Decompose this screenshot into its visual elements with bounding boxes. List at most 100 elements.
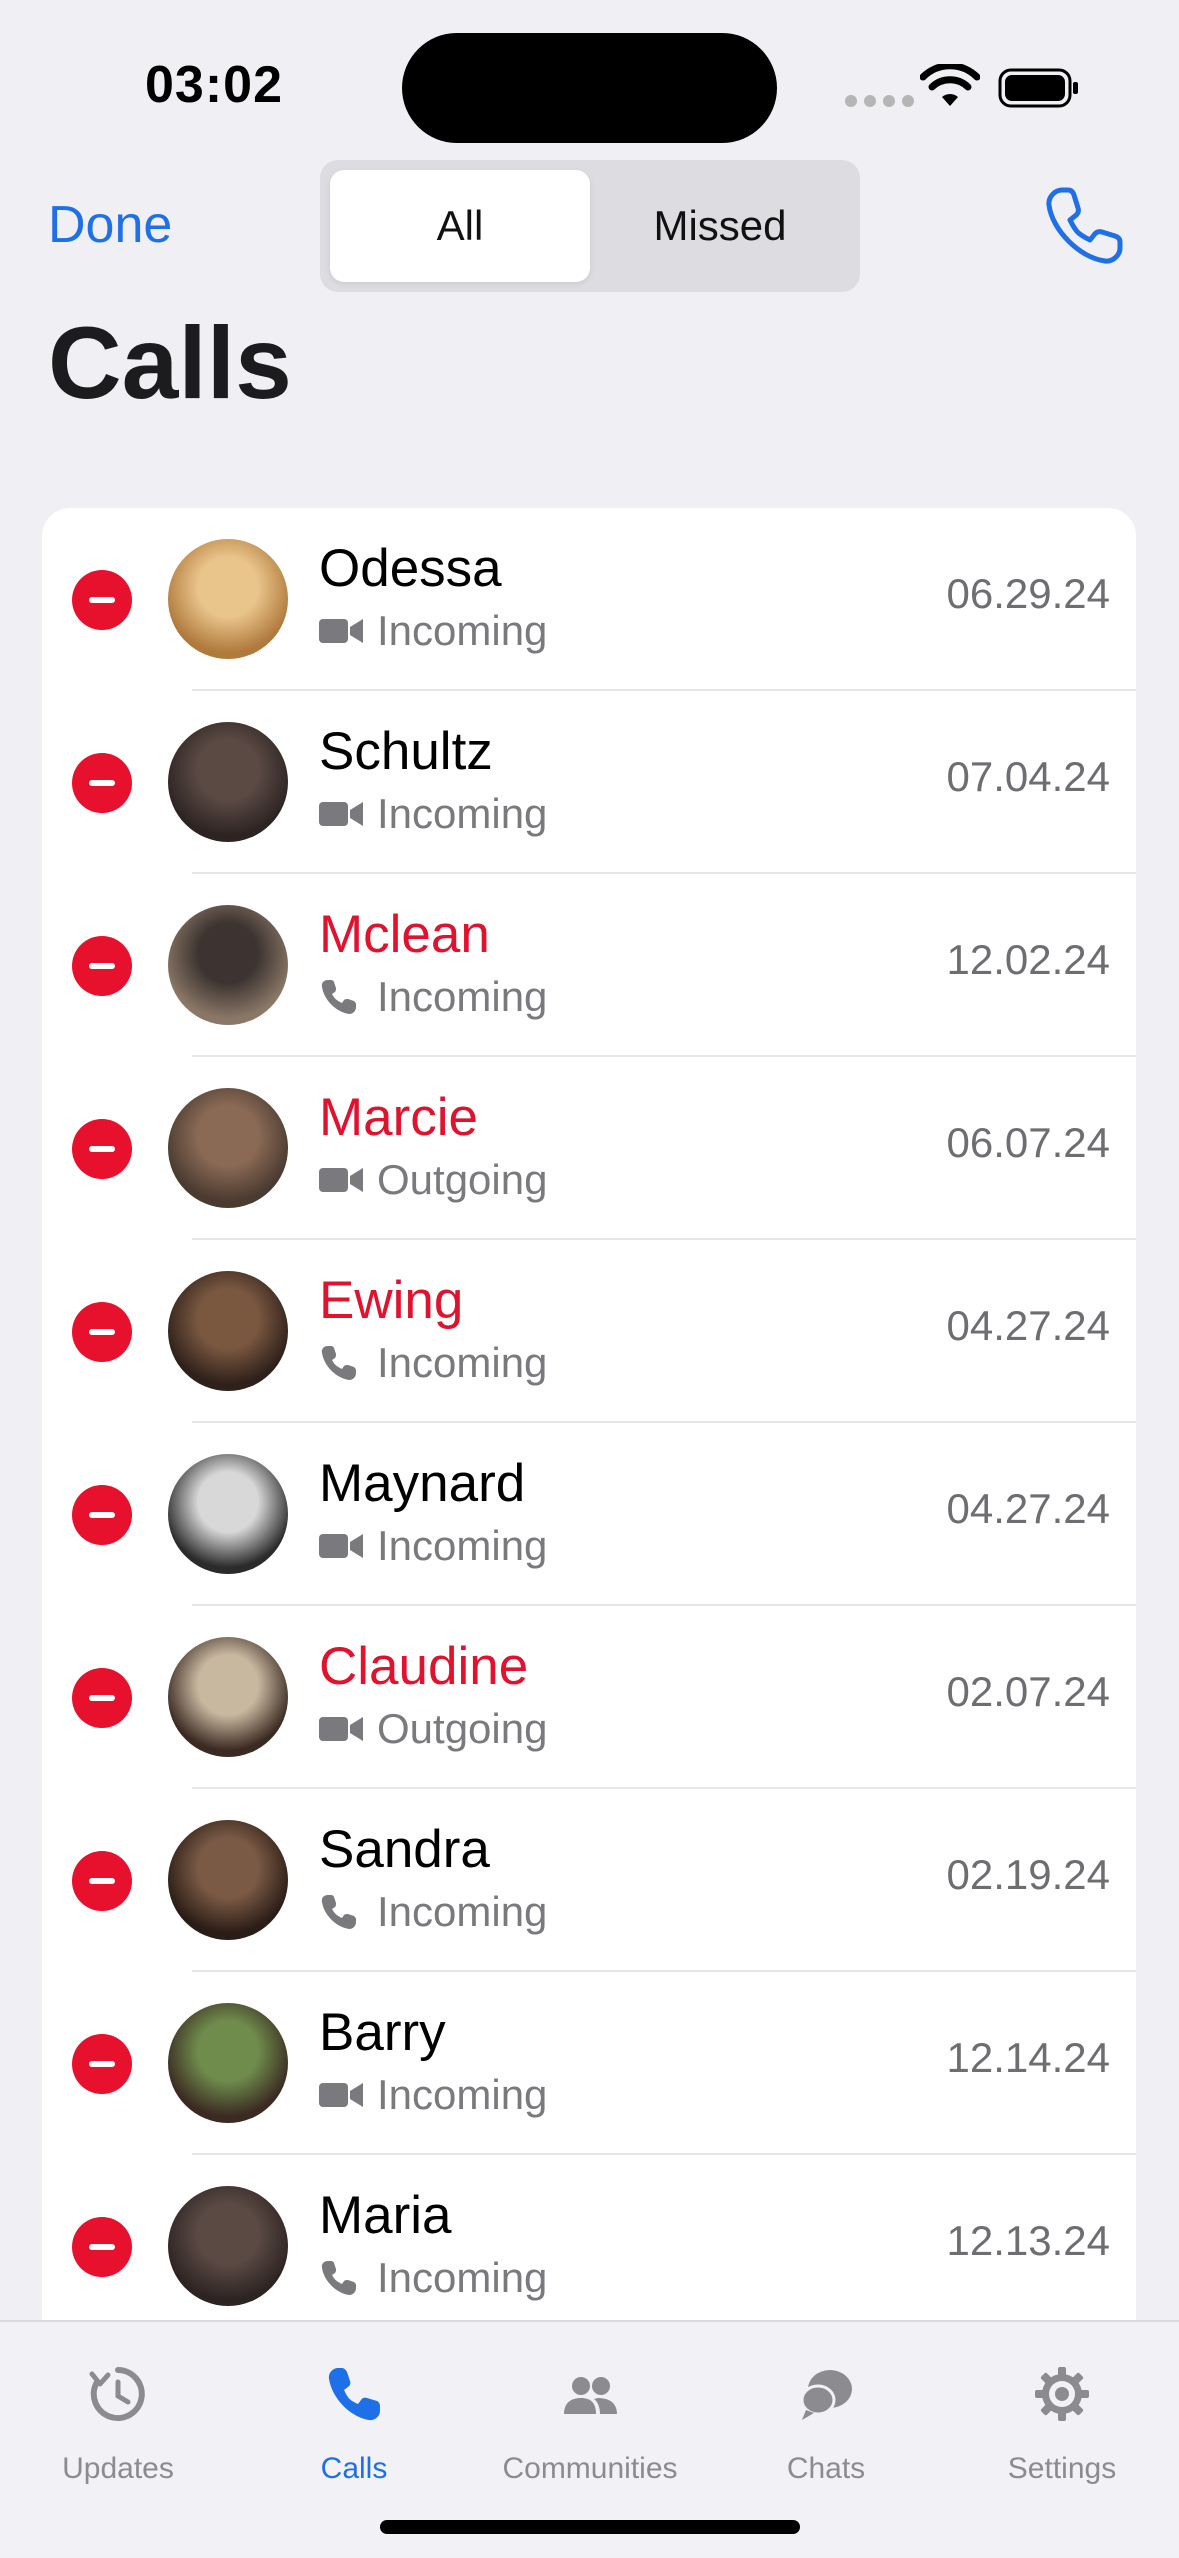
- tab-communities[interactable]: Communities: [472, 2342, 708, 2492]
- caller-name: Ewing: [319, 1271, 464, 1330]
- delete-call-button[interactable]: [72, 1485, 132, 1545]
- video-camera-icon: [319, 619, 363, 643]
- call-date: 07.04.24: [946, 753, 1111, 800]
- call-row[interactable]: Claudine Outgoing 02.07.24: [42, 1606, 1136, 1789]
- avatar: [168, 1637, 288, 1757]
- call-direction-label: Incoming: [377, 1339, 548, 1386]
- call-row[interactable]: Marcie Outgoing 06.07.24: [42, 1057, 1136, 1240]
- tab-calls[interactable]: Calls: [236, 2342, 472, 2492]
- call-date: 04.27.24: [946, 1485, 1111, 1532]
- delete-call-button[interactable]: [72, 1851, 132, 1911]
- call-row[interactable]: Maria Incoming 12.13.24: [42, 2155, 1136, 2320]
- delete-call-button[interactable]: [72, 2034, 132, 2094]
- segment-all[interactable]: All: [330, 170, 590, 282]
- avatar: [168, 1820, 288, 1940]
- avatar: [168, 1271, 288, 1391]
- call-row[interactable]: Schultz Incoming 07.04.24: [42, 691, 1136, 874]
- call-date: 06.07.24: [946, 1119, 1111, 1166]
- call-direction-label: Incoming: [377, 2254, 548, 2301]
- caller-name: Maria: [319, 2186, 452, 2245]
- call-direction-label: Outgoing: [377, 1156, 548, 1203]
- phone-icon: [321, 1346, 356, 1380]
- phone-icon: [321, 1895, 356, 1929]
- call-type: Incoming: [319, 606, 547, 656]
- avatar: [168, 2186, 288, 2306]
- tab-updates[interactable]: Updates: [0, 2342, 236, 2492]
- delete-call-button[interactable]: [72, 1119, 132, 1179]
- call-row[interactable]: Odessa Incoming 06.29.24: [42, 508, 1136, 691]
- phone-icon: [321, 2261, 356, 2295]
- done-button[interactable]: Done: [48, 195, 172, 255]
- video-camera-icon: [319, 1534, 363, 1558]
- delete-call-button[interactable]: [72, 753, 132, 813]
- call-type: Incoming: [319, 1521, 547, 1571]
- phone-icon: [328, 2368, 380, 2421]
- call-date: 04.27.24: [946, 1302, 1111, 1349]
- video-camera-icon: [319, 802, 363, 826]
- people-icon: [564, 2377, 617, 2414]
- call-type: Incoming: [319, 2253, 547, 2303]
- call-date: 02.19.24: [946, 1851, 1111, 1898]
- updates-icon: [89, 2367, 145, 2421]
- call-row[interactable]: Barry Incoming 12.14.24: [42, 1972, 1136, 2155]
- caller-name: Claudine: [319, 1637, 529, 1696]
- delete-call-button[interactable]: [72, 2217, 132, 2277]
- cellular-signal-icon: [845, 94, 921, 112]
- delete-call-button[interactable]: [72, 1302, 132, 1362]
- delete-call-button[interactable]: [72, 936, 132, 996]
- call-direction-label: Incoming: [377, 607, 548, 654]
- call-direction-label: Incoming: [377, 1888, 548, 1935]
- call-type: Incoming: [319, 972, 547, 1022]
- caller-name: Marcie: [319, 1088, 479, 1147]
- call-date: 12.13.24: [946, 2217, 1111, 2264]
- status-time: 03:02: [145, 56, 283, 114]
- tab-label: Updates: [62, 2452, 174, 2485]
- avatar: [168, 1454, 288, 1574]
- chat-bubbles-icon: [800, 2370, 852, 2420]
- call-direction-label: Incoming: [377, 790, 548, 837]
- tab-chats[interactable]: Chats: [708, 2342, 944, 2492]
- tab-label: Settings: [1007, 2452, 1117, 2485]
- avatar: [168, 2003, 288, 2123]
- call-row[interactable]: Maynard Incoming 04.27.24: [42, 1423, 1136, 1606]
- avatar: [168, 539, 288, 659]
- call-filter-segmented-control: All Missed: [320, 160, 860, 292]
- call-direction-label: Outgoing: [377, 1705, 548, 1752]
- avatar: [168, 1088, 288, 1208]
- call-type: Incoming: [319, 2070, 547, 2120]
- call-direction-label: Incoming: [377, 2071, 548, 2118]
- video-camera-icon: [319, 1168, 363, 1192]
- call-date: 12.14.24: [946, 2034, 1111, 2081]
- video-camera-icon: [319, 1717, 363, 1741]
- tab-label: Communities: [502, 2452, 678, 2485]
- battery-icon: [998, 68, 1078, 108]
- call-type: Outgoing: [319, 1155, 547, 1205]
- call-type: Incoming: [319, 789, 547, 839]
- wifi-icon: [920, 64, 980, 106]
- new-call-button[interactable]: [1040, 180, 1130, 270]
- call-date: 06.29.24: [946, 570, 1111, 617]
- caller-name: Barry: [319, 2003, 446, 2062]
- delete-call-button[interactable]: [72, 570, 132, 630]
- dynamic-island: [402, 33, 777, 143]
- caller-name: Odessa: [319, 539, 502, 598]
- caller-name: Maynard: [319, 1454, 526, 1513]
- video-camera-icon: [319, 2083, 363, 2107]
- call-type: Incoming: [319, 1887, 547, 1937]
- tab-settings[interactable]: Settings: [944, 2342, 1179, 2492]
- call-direction-label: Incoming: [377, 1522, 548, 1569]
- caller-name: Schultz: [319, 722, 493, 781]
- tab-label: Calls: [320, 2452, 388, 2485]
- segment-missed[interactable]: Missed: [590, 170, 850, 282]
- delete-call-button[interactable]: [72, 1668, 132, 1728]
- call-type: Incoming: [319, 1338, 547, 1388]
- call-type: Outgoing: [319, 1704, 547, 1754]
- gear-icon: [1035, 2367, 1089, 2421]
- avatar: [168, 905, 288, 1025]
- call-row[interactable]: Sandra Incoming 02.19.24: [42, 1789, 1136, 1972]
- call-row[interactable]: Mclean Incoming 12.02.24: [42, 874, 1136, 1057]
- phone-icon: [321, 980, 356, 1014]
- call-direction-label: Incoming: [377, 973, 548, 1020]
- caller-name: Mclean: [319, 905, 490, 964]
- call-row[interactable]: Ewing Incoming 04.27.24: [42, 1240, 1136, 1423]
